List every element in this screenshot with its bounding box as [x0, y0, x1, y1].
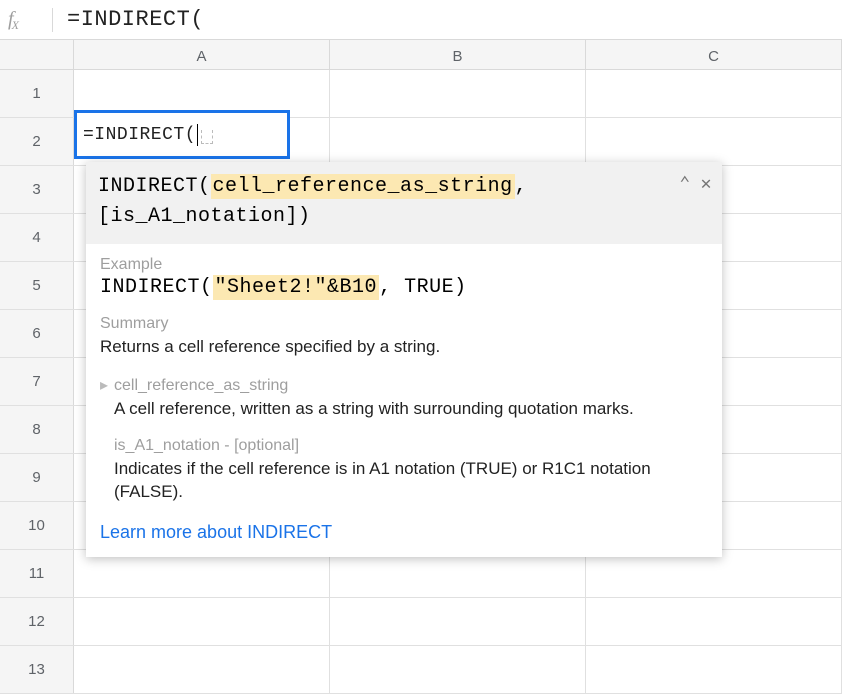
row-header[interactable]: 12 [0, 598, 74, 645]
tooltip-body: Example INDIRECT("Sheet2!"&B10, TRUE) Su… [86, 244, 722, 557]
tooltip-arg2: [is_A1_notation] [98, 205, 298, 228]
column-headers: A B C [0, 40, 842, 70]
summary-text: Returns a cell reference specified by a … [100, 335, 708, 359]
param2-name: is_A1_notation - [optional] [114, 437, 708, 455]
row-header[interactable]: 8 [0, 406, 74, 453]
learn-more-link[interactable]: Learn more about INDIRECT [100, 522, 708, 543]
corner-cell[interactable] [0, 40, 74, 69]
row-header[interactable]: 10 [0, 502, 74, 549]
row-header[interactable]: 9 [0, 454, 74, 501]
spreadsheet-grid: A B C 1 2 3 4 5 6 7 8 9 10 11 12 13 =IND… [0, 40, 842, 694]
param1-name: ▸cell_reference_as_string [114, 375, 708, 395]
tooltip-func-name: INDIRECT [98, 175, 198, 198]
row-header[interactable]: 13 [0, 646, 74, 693]
fx-icon: fX [8, 8, 48, 31]
cell[interactable] [586, 598, 842, 645]
close-icon[interactable]: ✕ [701, 172, 712, 199]
formula-help-tooltip: INDIRECT(cell_reference_as_string, [is_A… [86, 162, 722, 557]
row-header[interactable]: 4 [0, 214, 74, 261]
tooltip-signature: INDIRECT(cell_reference_as_string, [is_A… [86, 162, 722, 244]
row-header[interactable]: 1 [0, 70, 74, 117]
cell[interactable] [330, 70, 586, 117]
row-header[interactable]: 5 [0, 262, 74, 309]
summary-label: Summary [100, 315, 708, 333]
formula-bar: fX [0, 0, 842, 40]
cell[interactable] [74, 646, 330, 693]
column-header-b[interactable]: B [330, 40, 586, 69]
cell[interactable] [330, 118, 586, 165]
range-indicator-icon [201, 130, 213, 144]
tooltip-arg1: cell_reference_as_string [211, 174, 515, 199]
row-header[interactable]: 2 [0, 118, 74, 165]
cell[interactable] [74, 598, 330, 645]
cell[interactable] [586, 646, 842, 693]
row-header[interactable]: 3 [0, 166, 74, 213]
param1-desc: A cell reference, written as a string wi… [114, 397, 708, 421]
example-label: Example [100, 256, 708, 274]
row-header[interactable]: 6 [0, 310, 74, 357]
active-cell-a1[interactable]: =INDIRECT( [74, 110, 290, 159]
row-header[interactable]: 7 [0, 358, 74, 405]
chevron-up-icon[interactable]: ⌃ [679, 172, 690, 199]
triangle-right-icon: ▸ [100, 375, 110, 395]
formula-input[interactable] [67, 7, 834, 32]
column-header-c[interactable]: C [586, 40, 842, 69]
fx-divider [52, 8, 53, 32]
cell[interactable] [330, 646, 586, 693]
active-cell-text: =INDIRECT( [83, 125, 196, 145]
row-header[interactable]: 11 [0, 550, 74, 597]
example-code: INDIRECT("Sheet2!"&B10, TRUE) [100, 276, 708, 299]
cell[interactable] [330, 598, 586, 645]
cell[interactable] [586, 118, 842, 165]
cell[interactable] [586, 70, 842, 117]
text-cursor [197, 124, 198, 146]
param2-desc: Indicates if the cell reference is in A1… [114, 457, 708, 505]
column-header-a[interactable]: A [74, 40, 330, 69]
